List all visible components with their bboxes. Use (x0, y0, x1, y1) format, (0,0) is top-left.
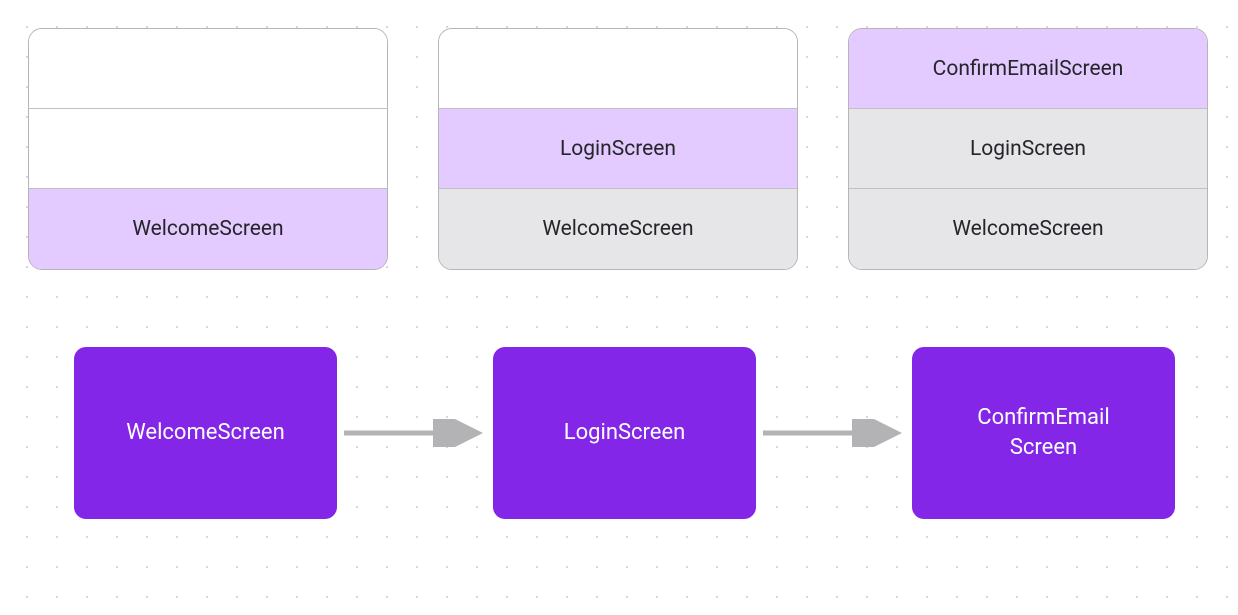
stack-cell-confirm-email: ConfirmEmailScreen (849, 29, 1207, 109)
stack-cell-empty (439, 29, 797, 109)
stacks-row: WelcomeScreen LoginScreen WelcomeScreen … (0, 28, 1238, 270)
stack-cell-login: LoginScreen (439, 109, 797, 189)
stack-cell-login: LoginScreen (849, 109, 1207, 189)
stack-2: LoginScreen WelcomeScreen (438, 28, 798, 270)
arrow-icon (340, 419, 490, 447)
stack-cell-welcome: WelcomeScreen (439, 189, 797, 269)
flow-row: WelcomeScreen LoginScreen ConfirmEmailSc… (0, 347, 1238, 519)
stack-1: WelcomeScreen (28, 28, 388, 270)
stack-cell-welcome: WelcomeScreen (849, 189, 1207, 269)
flow-node-confirm-email: ConfirmEmailScreen (912, 347, 1175, 519)
stack-cell-empty (29, 109, 387, 189)
arrow-icon (759, 419, 909, 447)
flow-node-welcome: WelcomeScreen (74, 347, 337, 519)
flow-node-login: LoginScreen (493, 347, 756, 519)
stack-3: ConfirmEmailScreen LoginScreen WelcomeSc… (848, 28, 1208, 270)
stack-cell-empty (29, 29, 387, 109)
stack-cell-welcome: WelcomeScreen (29, 189, 387, 269)
